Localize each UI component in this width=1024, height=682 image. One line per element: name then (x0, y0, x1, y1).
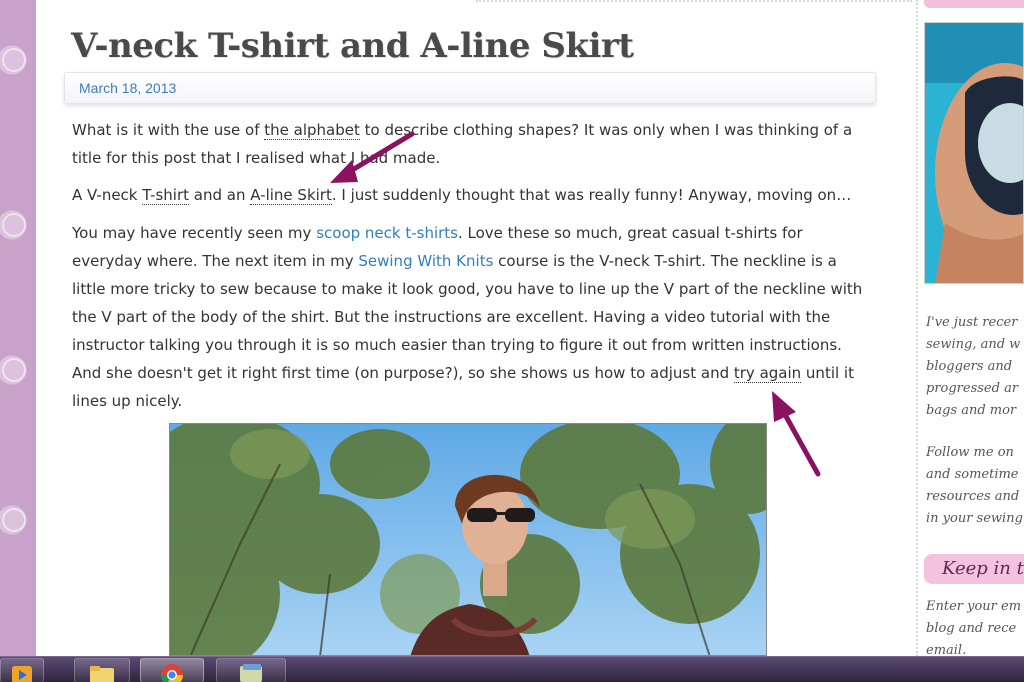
sidebar-subscribe-text: Enter your em blog and rece email. (926, 596, 1024, 662)
divider (916, 0, 918, 656)
author-photo[interactable] (924, 22, 1024, 284)
folder-icon (90, 666, 114, 682)
taskbar (0, 656, 1024, 682)
text-line: I've just recer (926, 315, 1018, 330)
taskbar-chrome-button[interactable] (140, 658, 204, 682)
text-line: bags and mor (926, 403, 1017, 418)
sidebar-follow-text: Follow me on and sometime resources and … (926, 442, 1024, 530)
annotation-arrows (330, 131, 821, 477)
window-icon (240, 664, 262, 682)
text-line: Follow me on (926, 445, 1014, 460)
text-line: sewing, and w (926, 337, 1021, 352)
arrow-icon (772, 391, 821, 477)
text-line: bloggers and (926, 359, 1013, 374)
post-content: V-neck T-shirt and A-line Skirt March 18… (36, 0, 912, 656)
taskbar-window-button[interactable] (216, 658, 286, 682)
sidebar: I've just recer sewing, and w bloggers a… (912, 0, 1024, 658)
taskbar-folder-button[interactable] (74, 658, 130, 682)
sidebar-heading: Keep in t (924, 554, 1024, 584)
taskbar-media-player-button[interactable] (0, 658, 44, 682)
text-line: progressed ar (926, 381, 1019, 396)
ornament-icon (2, 358, 26, 382)
text-line: resources and (926, 489, 1020, 504)
left-decorative-strip (0, 0, 36, 656)
text-line: Enter your em (926, 599, 1022, 614)
text-line: in your sewing (926, 511, 1023, 526)
author-photo-image (925, 23, 1023, 283)
ornament-icon (2, 508, 26, 532)
chrome-icon (161, 664, 183, 682)
sidebar-heading-band (924, 0, 1024, 8)
arrow-icon (330, 131, 415, 183)
sidebar-heading-text: Keep in t (942, 558, 1024, 579)
text-line: blog and rece (926, 621, 1017, 636)
sidebar-intro-text: I've just recer sewing, and w bloggers a… (926, 312, 1024, 422)
media-player-icon (12, 666, 32, 682)
ornament-icon (2, 213, 26, 237)
ornament-icon (2, 48, 26, 72)
text-line: and sometime (926, 467, 1019, 482)
